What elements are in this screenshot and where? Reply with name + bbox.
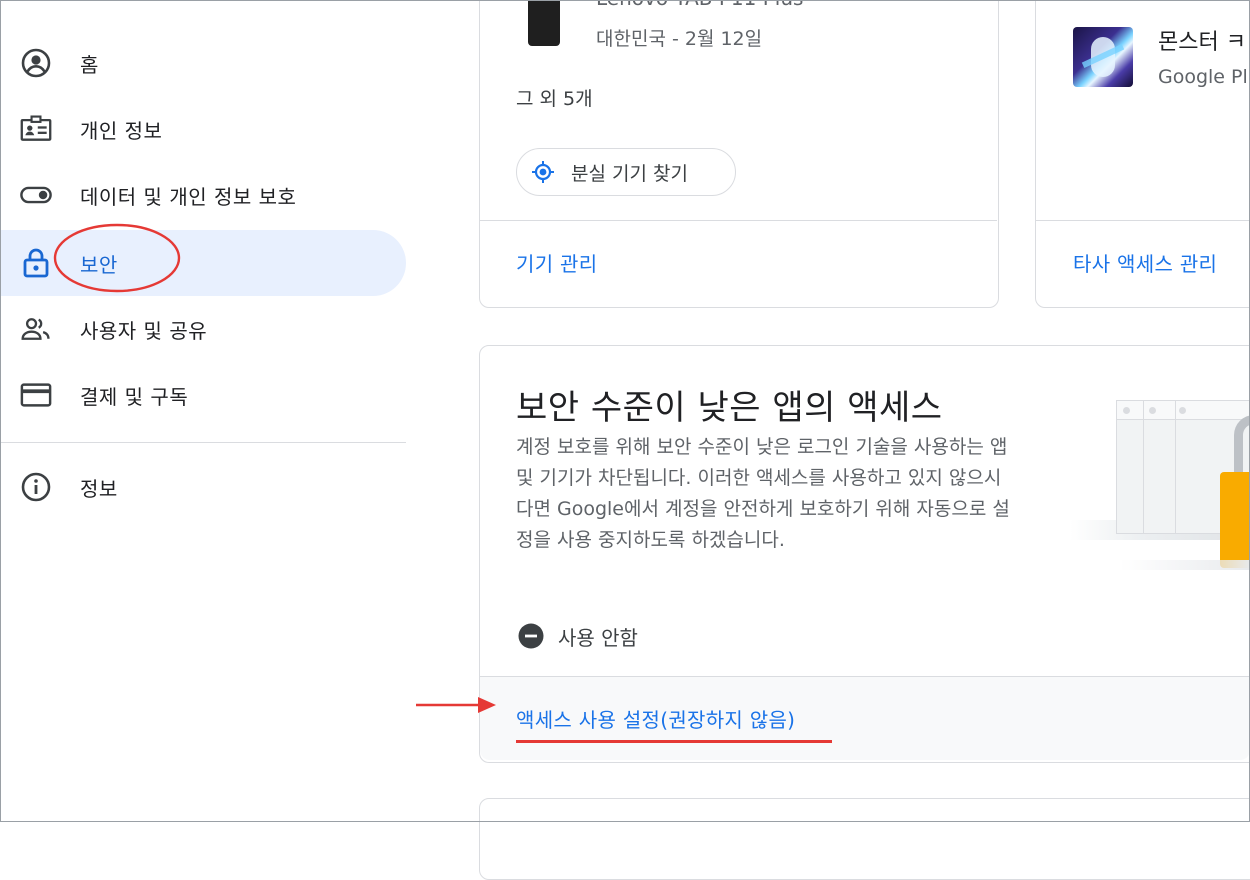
sidebar-item-home[interactable]: 홈 [0,30,406,96]
app-source: Google Pl [1158,66,1248,88]
find-device-label: 분실 기기 찾기 [571,162,688,185]
sidebar-item-info[interactable]: 정보 [0,454,406,520]
device-name: Lenovo TAB P11 Plus [596,0,803,10]
access-status: 사용 안함 [558,626,638,650]
tablet-device-image [528,0,560,46]
info-icon [20,471,52,503]
lock-illustration [1220,472,1250,568]
sidebar-item-data-privacy[interactable]: 데이터 및 개인 정보 보호 [0,162,406,228]
card-divider [480,220,997,221]
id-card-icon [20,113,52,145]
sidebar-item-label: 정보 [80,476,118,501]
illustration-shadow-2 [1120,560,1250,570]
lock-icon [20,247,52,279]
more-devices-text: 그 외 5개 [516,88,593,110]
minus-circle-icon [518,623,544,653]
location-target-icon [531,160,555,188]
card-divider [1036,220,1250,221]
credit-card-icon [20,379,52,411]
enable-access-link[interactable]: 액세스 사용 설정(권장하지 않음) [516,704,795,733]
device-meta: 대한민국 - 2월 12일 [596,28,763,50]
card-title: 보안 수준이 낮은 앱의 액세스 [516,388,943,428]
sidebar-item-payments[interactable]: 결제 및 구독 [0,362,406,428]
manage-devices-link[interactable]: 기기 관리 [516,248,597,277]
manage-third-party-link[interactable]: 타사 액세스 관리 [1073,248,1217,277]
sidebar-item-label: 홈 [80,52,99,77]
next-card [479,798,1250,880]
sidebar-item-label: 개인 정보 [80,118,163,143]
annotation-circle [53,223,181,293]
account-circle-icon [20,47,52,79]
sidebar-item-people-sharing[interactable]: 사용자 및 공유 [0,296,406,362]
people-icon [20,313,52,345]
annotation-underline [516,740,832,743]
app-icon-image [1073,27,1133,87]
toggle-icon [20,179,52,211]
sidebar-divider [0,442,406,443]
annotation-arrow-icon [416,697,496,713]
sidebar-item-personal-info[interactable]: 개인 정보 [0,96,406,162]
sidebar-item-label: 데이터 및 개인 정보 보호 [80,184,297,209]
app-name: 몬스터 ㅋ [1158,30,1246,55]
sidebar-item-label: 사용자 및 공유 [80,318,208,343]
card-description: 계정 보호를 위해 보안 수준이 낮은 로그인 기술을 사용하는 앱 및 기기가… [516,436,1010,551]
find-device-button[interactable]: 분실 기기 찾기 [516,148,736,196]
sidebar-item-label: 결제 및 구독 [80,384,189,409]
